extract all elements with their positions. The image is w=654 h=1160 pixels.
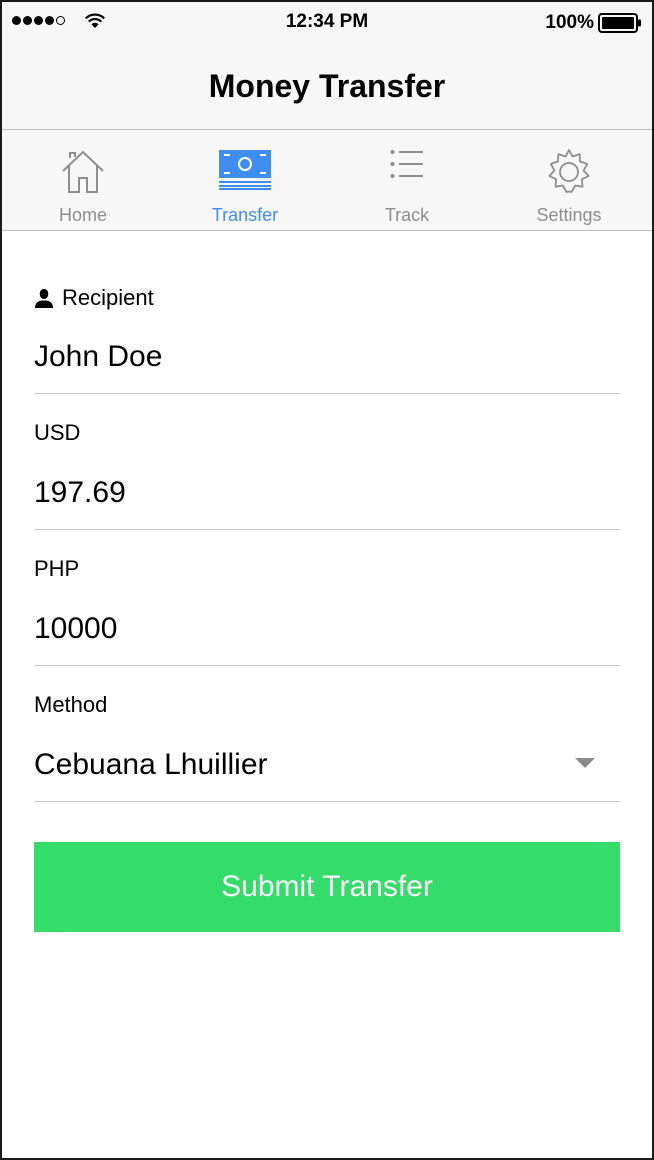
tab-track[interactable]: Track <box>326 130 488 230</box>
recipient-label: Recipient <box>34 285 154 311</box>
recipient-field[interactable]: John Doe <box>34 340 162 374</box>
chevron-down-icon[interactable] <box>575 758 595 768</box>
php-underline <box>34 665 620 666</box>
usd-underline <box>34 529 620 530</box>
person-icon <box>35 289 53 308</box>
tab-settings[interactable]: Settings <box>488 130 650 230</box>
tab-settings-label: Settings <box>536 205 602 225</box>
recipient-label-text: Recipient <box>62 285 154 310</box>
navigation-bar: Money Transfer <box>2 42 652 130</box>
tab-home-label: Home <box>58 205 107 225</box>
usd-label: USD <box>34 420 81 445</box>
method-label: Method <box>34 692 108 717</box>
tab-track-label: Track <box>384 205 430 225</box>
list-icon <box>390 150 423 178</box>
recipient-underline <box>34 393 620 394</box>
usd-field[interactable]: 197.69 <box>34 476 126 510</box>
status-bar: 12:34 PM 100% <box>2 2 652 42</box>
money-icon <box>219 150 271 190</box>
tab-bar: Home Transfer Track Settings <box>2 130 652 231</box>
method-underline <box>34 801 620 802</box>
battery-percent: 100% <box>545 12 594 33</box>
tab-transfer[interactable]: Transfer <box>164 130 326 230</box>
method-select[interactable]: Cebuana Lhuillier <box>34 748 268 782</box>
battery-icon <box>598 13 641 33</box>
gear-icon <box>548 149 590 193</box>
page-title: Money Transfer <box>208 68 446 104</box>
submit-transfer-button[interactable]: Submit Transfer <box>34 842 620 932</box>
tab-home[interactable]: Home <box>2 130 164 230</box>
php-field[interactable]: 10000 <box>34 612 117 646</box>
app-screen: 12:34 PM 100% Money Transfer Home Transf… <box>2 2 652 1158</box>
tab-transfer-label: Transfer <box>211 205 279 225</box>
home-icon <box>62 150 104 193</box>
php-label: PHP <box>34 556 80 581</box>
